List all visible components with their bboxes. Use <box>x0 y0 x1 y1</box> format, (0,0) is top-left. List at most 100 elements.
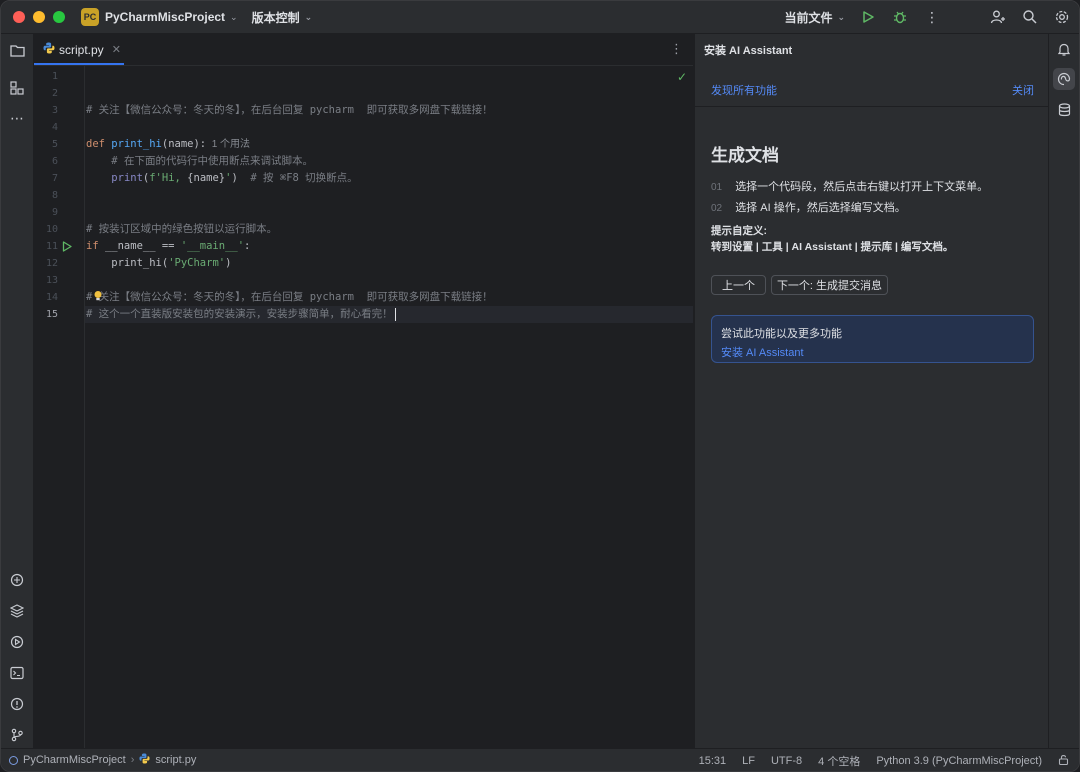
more-vertical-icon[interactable]: ⋮ <box>670 41 683 57</box>
next-button[interactable]: 下一个: 生成提交消息 <box>771 275 888 295</box>
services-icon[interactable] <box>7 632 27 652</box>
code-line[interactable]: # 这个一个直装版安装包的安装演示，安装步骤简单，耐心看完！ <box>85 306 693 323</box>
function-name: print_hi <box>111 138 162 150</box>
chevron-down-icon: ⌄ <box>837 11 845 22</box>
run-config-selector[interactable]: 当前文件 ⌄ <box>784 9 845 26</box>
line-number[interactable]: 15 <box>34 306 58 323</box>
line-number[interactable]: 9 <box>34 204 58 221</box>
string-literal: f'Hi, <box>149 172 188 184</box>
project-selector[interactable]: PyCharmMiscProject ⌄ <box>99 10 238 24</box>
line-number-gutter[interactable]: 1 2 3 4 5 6 7 8 9 10 11 12 13 14 15 <box>34 66 85 749</box>
folder-icon[interactable] <box>7 40 27 60</box>
project-badge[interactable]: PC <box>81 8 99 26</box>
code-line[interactable] <box>85 119 693 136</box>
try-feature-box: 尝试此功能以及更多功能 安装 AI Assistant <box>711 315 1034 363</box>
line-number[interactable]: 6 <box>34 153 58 170</box>
try-feature-text: 尝试此功能以及更多功能 <box>721 328 842 340</box>
code-line[interactable]: if __name__ == '__main__': <box>85 238 693 255</box>
run-icon[interactable] <box>859 8 877 26</box>
tab-script-py[interactable]: script.py ✕ <box>34 34 124 65</box>
indent-setting[interactable]: 4 个空格 <box>818 753 860 769</box>
lightbulb-icon[interactable] <box>93 290 103 305</box>
feature-heading: 生成文档 <box>711 146 779 165</box>
panel-top-bar: 发现所有功能 关闭 <box>695 66 1050 107</box>
line-number[interactable]: 1 <box>34 68 58 85</box>
previous-button[interactable]: 上一个 <box>711 275 766 295</box>
code-line[interactable]: # 关注【微信公众号：冬天的冬】，在后台回复 pycharm 即可获取多网盘下载… <box>85 289 693 306</box>
structure-icon[interactable] <box>7 78 27 98</box>
line-number[interactable]: 4 <box>34 119 58 136</box>
line-number[interactable]: 8 <box>34 187 58 204</box>
code-line[interactable] <box>85 272 693 289</box>
zoom-window-button[interactable] <box>53 11 65 23</box>
code-line[interactable] <box>85 68 693 85</box>
git-branch-icon[interactable] <box>7 725 27 745</box>
code-token: (name): <box>161 138 207 150</box>
discover-features-link[interactable]: 发现所有功能 <box>711 82 777 98</box>
close-panel-link[interactable]: 关闭 <box>1012 82 1034 98</box>
code-line[interactable]: # 在下面的代码行中使用断点来调试脚本。 <box>85 153 693 170</box>
add-user-icon[interactable] <box>989 8 1007 26</box>
minimize-window-button[interactable] <box>33 11 45 23</box>
ai-assistant-icon[interactable] <box>1053 68 1075 90</box>
line-number[interactable]: 7 <box>34 170 58 187</box>
python-console-icon[interactable] <box>7 570 27 590</box>
lock-icon[interactable] <box>1058 754 1069 768</box>
tip-label: 提示自定义: <box>711 225 767 237</box>
layers-icon[interactable] <box>7 601 27 621</box>
more-horizontal-icon[interactable]: ⋯ <box>7 108 27 128</box>
breadcrumb: PyCharmMiscProject › script.py <box>9 753 196 767</box>
python-file-icon <box>43 42 55 57</box>
run-gutter-icon[interactable] <box>62 241 72 255</box>
code-text: # 关注【微信公众号：冬天的冬】，在后台回复 pycharm 即可获取多网盘下载… <box>86 289 493 306</box>
file-encoding[interactable]: UTF-8 <box>771 755 802 767</box>
chevron-down-icon: ⌄ <box>304 11 313 22</box>
code-text: if __name__ == '__main__': <box>86 238 250 255</box>
gear-icon[interactable] <box>1053 8 1071 26</box>
code-line[interactable] <box>85 187 693 204</box>
close-icon[interactable]: ✕ <box>112 43 121 56</box>
line-number[interactable]: 2 <box>34 85 58 102</box>
line-ending[interactable]: LF <box>742 755 755 767</box>
debug-icon[interactable] <box>891 8 909 26</box>
install-ai-assistant-link[interactable]: 安装 AI Assistant <box>721 344 804 360</box>
line-number[interactable]: 3 <box>34 102 58 119</box>
usage-hint[interactable]: 1 个用法 <box>206 139 250 150</box>
vcs-menu[interactable]: 版本控制 ⌄ <box>252 9 313 26</box>
step-item: 01 选择一个代码段，然后点击右键以打开上下文菜单。 <box>711 178 988 194</box>
line-number[interactable]: 11 <box>34 238 58 255</box>
code-text: def print_hi(name): 1 个用法 <box>86 136 250 153</box>
close-window-button[interactable] <box>13 11 25 23</box>
line-number[interactable]: 13 <box>34 272 58 289</box>
breadcrumb-project[interactable]: PyCharmMiscProject <box>23 754 126 766</box>
line-number[interactable]: 12 <box>34 255 58 272</box>
search-icon[interactable] <box>1021 8 1039 26</box>
code-line[interactable]: print(f'Hi, {name}') # 按 ⌘F8 切换断点。 <box>85 170 693 187</box>
code-editor[interactable]: # 关注【微信公众号：冬天的冬】，在后台回复 pycharm 即可获取多网盘下载… <box>85 66 693 749</box>
line-number[interactable]: 5 <box>34 136 58 153</box>
caret-position[interactable]: 15:31 <box>699 755 727 767</box>
string-literal: 'PyCharm' <box>168 257 226 269</box>
code-line[interactable]: # 关注【微信公众号：冬天的冬】，在后台回复 pycharm 即可获取多网盘下载… <box>85 102 693 119</box>
code-line[interactable] <box>85 204 693 221</box>
line-number[interactable]: 14 <box>34 289 58 306</box>
terminal-icon[interactable] <box>7 663 27 683</box>
notifications-icon[interactable] <box>1053 38 1075 60</box>
code-line[interactable]: def print_hi(name): 1 个用法 <box>85 136 693 153</box>
code-text: print_hi('PyCharm') <box>86 255 231 272</box>
code-line[interactable]: # 按装订区域中的绿色按钮以运行脚本。 <box>85 221 693 238</box>
code-text: # 关注【微信公众号：冬天的冬】，在后台回复 pycharm 即可获取多网盘下载… <box>86 102 493 119</box>
more-vertical-icon[interactable]: ⋮ <box>923 8 941 26</box>
code-line[interactable]: print_hi('PyCharm') <box>85 255 693 272</box>
chevron-down-icon: ⌄ <box>230 11 238 22</box>
line-number[interactable]: 10 <box>34 221 58 238</box>
code-comment: # 在下面的代码行中使用断点来调试脚本。 <box>111 155 313 167</box>
problems-icon[interactable] <box>7 694 27 714</box>
breadcrumb-file[interactable]: script.py <box>155 754 196 766</box>
text-caret <box>394 307 397 321</box>
code-line[interactable] <box>85 85 693 102</box>
python-interpreter[interactable]: Python 3.9 (PyCharmMiscProject) <box>876 755 1042 767</box>
database-icon[interactable] <box>1053 99 1075 121</box>
